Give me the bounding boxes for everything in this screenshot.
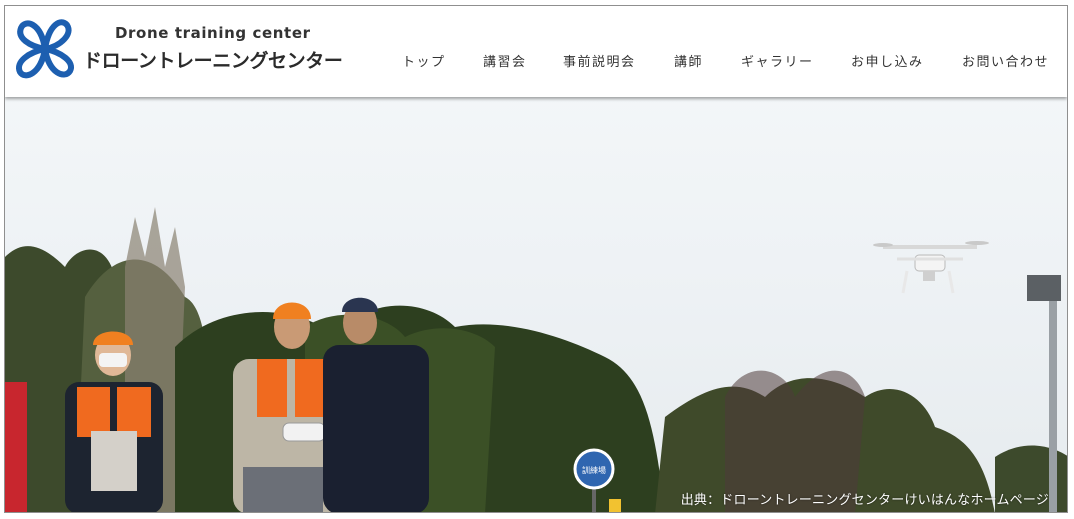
logo-title-en: Drone training center [115,24,311,42]
site-header: Drone training center ドローントレーニングセンター トップ… [5,6,1067,97]
page-frame: Drone training center ドローントレーニングセンター トップ… [4,5,1068,513]
nav-item-briefing[interactable]: 事前説明会 [563,51,636,70]
hero-photo-illustration: 訓練場 [5,207,1067,512]
nav-item-contact[interactable]: お問い合わせ [962,51,1049,70]
nav-item-gallery[interactable]: ギャラリー [741,51,814,70]
nav-item-instructor[interactable]: 講師 [674,51,703,70]
tree-line [5,207,1067,512]
nav-item-seminar[interactable]: 講習会 [483,51,527,70]
person-left-edge [5,382,27,512]
drone [873,241,989,294]
site-logo[interactable]: Drone training center ドローントレーニングセンター [11,16,343,82]
nav-item-top[interactable]: トップ [402,51,446,70]
nav-item-apply[interactable]: お申し込み [851,51,924,70]
propeller-logo-icon [16,19,74,79]
main-nav: トップ 講習会 事前説明会 講師 ギャラリー お申し込み お問い合わせ [5,51,1067,71]
sign-text: 訓練場 [582,465,606,475]
photo-credit: 出典：ドローントレーニングセンターけいはんなホームページ [680,493,1049,508]
yellow-marker [609,499,621,512]
hero-image: 訓練場 出典：ドローントレーニングセンターけいはんなホームページ [5,97,1067,512]
